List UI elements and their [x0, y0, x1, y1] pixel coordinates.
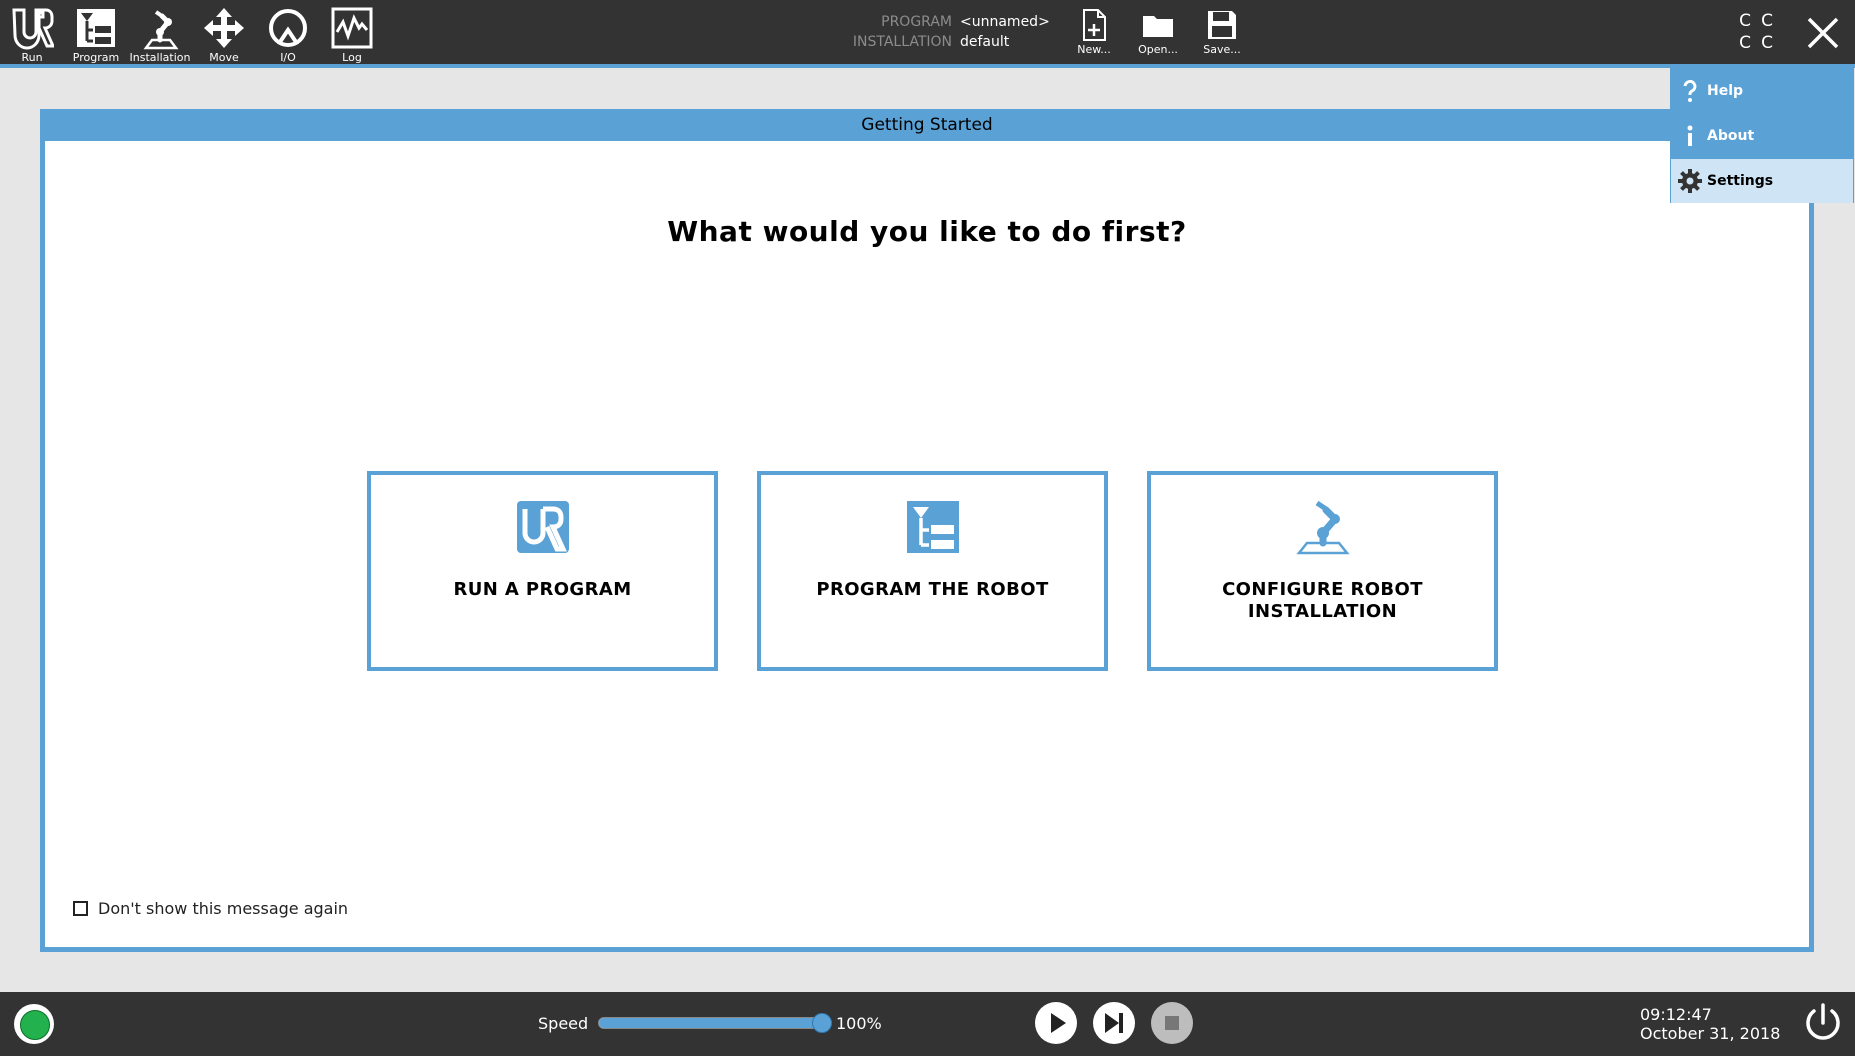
tab-io-label: I/O — [280, 51, 296, 64]
save-button[interactable]: Save... — [1196, 6, 1248, 60]
program-info: PROGRAM <unnamed> INSTALLATION default — [830, 12, 1050, 52]
dialog-body: What would you like to do first? RUN A P… — [45, 141, 1809, 947]
play-icon — [1051, 1013, 1066, 1033]
tab-log[interactable]: Log — [321, 4, 383, 64]
menu-item-help-label: Help — [1707, 83, 1744, 99]
program-key: PROGRAM — [881, 14, 952, 30]
cc-letter: C — [1739, 33, 1751, 53]
run-program-button[interactable]: RUN A PROGRAM — [367, 471, 718, 671]
tab-run-label: Run — [21, 51, 43, 64]
overflow-menu: Help About Settings — [1670, 68, 1854, 203]
close-icon[interactable] — [1800, 10, 1846, 56]
speed-slider[interactable] — [598, 1013, 832, 1033]
cc-letter: C — [1761, 33, 1773, 53]
move-arrows-icon — [204, 8, 244, 48]
help-icon — [1683, 79, 1697, 102]
tab-program[interactable]: Program — [65, 4, 127, 64]
configure-installation-button[interactable]: CONFIGURE ROBOT INSTALLATION — [1147, 471, 1498, 671]
dont-show-checkbox[interactable]: Don't show this message again — [73, 899, 348, 918]
save-disk-icon — [1208, 11, 1236, 39]
gear-icon — [1678, 169, 1702, 193]
menu-item-about-label: About — [1707, 128, 1755, 144]
ur-logo-icon — [12, 8, 54, 50]
configure-installation-label: CONFIGURE ROBOT INSTALLATION — [1222, 579, 1423, 622]
menu-item-settings-label: Settings — [1707, 173, 1774, 189]
robot-status-indicator[interactable] — [14, 1004, 54, 1044]
info-icon — [1687, 125, 1693, 146]
new-button-label: New... — [1077, 43, 1111, 56]
checkbox-box[interactable] — [73, 901, 88, 916]
program-name: <unnamed> — [960, 14, 1050, 30]
cc-indicator[interactable]: CC CC — [1734, 10, 1780, 56]
program-robot-label: PROGRAM THE ROBOT — [816, 579, 1049, 600]
run-program-label: RUN A PROGRAM — [453, 579, 632, 600]
program-tree-icon — [906, 501, 959, 553]
clock-date: October 31, 2018 — [1640, 1024, 1781, 1043]
new-file-icon — [1083, 9, 1106, 41]
tab-io[interactable]: I/O — [257, 4, 319, 64]
top-toolbar: Run Program Installation Move I/O Log PR… — [0, 0, 1855, 64]
tab-log-label: Log — [342, 51, 362, 64]
save-button-label: Save... — [1203, 43, 1241, 56]
toolbar-accent-line — [0, 64, 1855, 68]
cc-letter: C — [1761, 11, 1773, 31]
installation-key: INSTALLATION — [852, 34, 952, 50]
robot-arm-icon — [1295, 500, 1350, 555]
step-button[interactable] — [1093, 1002, 1135, 1044]
speed-value: 100% — [836, 1014, 882, 1033]
menu-item-help[interactable]: Help — [1671, 69, 1853, 113]
program-tree-icon — [77, 9, 115, 47]
menu-item-settings[interactable]: Settings — [1671, 159, 1853, 203]
clock-time: 09:12:47 — [1640, 1005, 1712, 1024]
step-icon — [1105, 1013, 1123, 1033]
program-robot-button[interactable]: PROGRAM THE ROBOT — [757, 471, 1108, 671]
open-button[interactable]: Open... — [1132, 6, 1184, 60]
new-button[interactable]: New... — [1068, 6, 1120, 60]
speed-slider-thumb[interactable] — [812, 1013, 832, 1033]
dont-show-label: Don't show this message again — [98, 899, 349, 918]
log-graph-icon — [331, 7, 373, 49]
tab-move-label: Move — [209, 51, 239, 64]
getting-started-dialog: Getting Started What would you like to d… — [40, 109, 1814, 952]
open-folder-icon — [1143, 16, 1173, 37]
tab-run[interactable]: Run — [1, 4, 63, 64]
tab-installation[interactable]: Installation — [129, 4, 191, 64]
power-icon[interactable] — [1800, 1000, 1846, 1046]
ur-logo-icon — [516, 501, 569, 553]
open-button-label: Open... — [1138, 43, 1178, 56]
robot-arm-icon — [143, 10, 179, 50]
speed-slider-fill — [599, 1018, 831, 1028]
speed-label: Speed — [538, 1014, 589, 1033]
play-button[interactable] — [1035, 1002, 1077, 1044]
installation-name: default — [960, 34, 1010, 50]
dialog-question: What would you like to do first? — [667, 215, 1187, 248]
tab-program-label: Program — [72, 51, 120, 64]
bottom-bar: Speed 100% 09:12:47 October 31, 2018 — [0, 992, 1855, 1056]
menu-item-about[interactable]: About — [1671, 114, 1853, 158]
dialog-title: Getting Started — [861, 115, 993, 135]
io-icon — [269, 9, 307, 47]
clock: 09:12:47 October 31, 2018 — [1640, 1005, 1780, 1043]
stop-button[interactable] — [1151, 1002, 1193, 1044]
stop-icon — [1165, 1016, 1179, 1030]
cc-letter: C — [1739, 11, 1751, 31]
tab-installation-label: Installation — [129, 51, 191, 64]
tab-move[interactable]: Move — [193, 4, 255, 64]
